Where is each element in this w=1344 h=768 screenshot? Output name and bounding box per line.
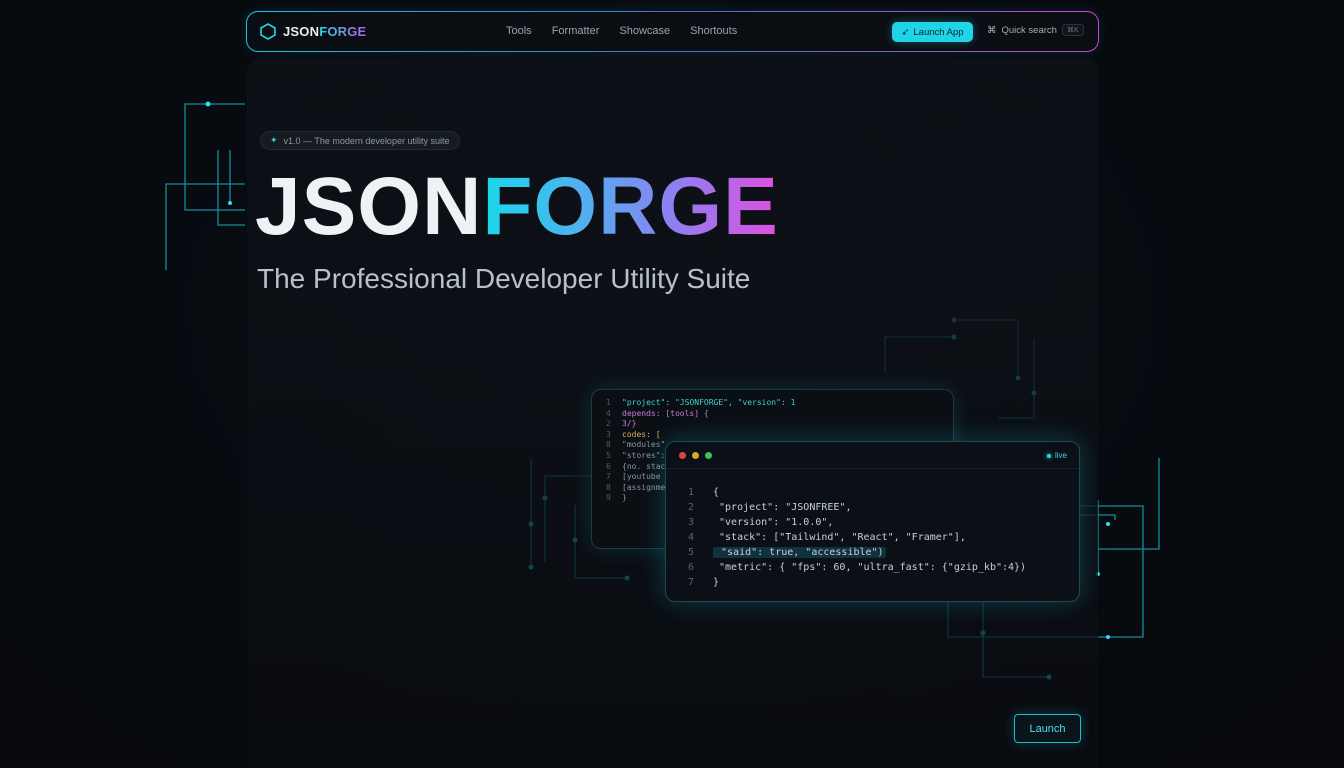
search-shortcut-kbd: ⌘K (1061, 24, 1084, 36)
brand-name-json: JSON (283, 24, 320, 39)
hero-title: JSONFORGE (255, 162, 779, 252)
hero-title-forge: FORGE (482, 161, 779, 252)
nav-link-showcase[interactable]: Showcase (619, 25, 670, 37)
code-line: 1 "project": "JSONFORGE", "version": 1 (606, 398, 796, 407)
code-line: 5 "said": true, "accessible") (688, 547, 886, 558)
code-front-lines: 1{ 2 "project": "JSONFREE", 3 "version":… (688, 485, 1026, 590)
hero-subtitle: The Professional Developer Utility Suite (257, 263, 751, 294)
version-badge: ✦ v1.0 — The modern developer utility su… (260, 131, 461, 150)
live-dot-icon (1046, 453, 1051, 458)
code-window-front: live 1{ 2 "project": "JSONFREE", 3 "vers… (665, 441, 1080, 602)
hexagon-icon (260, 23, 276, 40)
launch-app-button[interactable]: ➶ Launch App (892, 22, 973, 42)
launch-button[interactable]: Launch (1014, 714, 1081, 743)
minimize-dot-icon[interactable] (692, 452, 699, 459)
command-icon: ⌘ (987, 24, 997, 36)
launch-app-label: Launch App (913, 26, 964, 38)
close-dot-icon[interactable] (679, 452, 686, 459)
quick-search-label: Quick search (1001, 24, 1057, 36)
code-line: 6 "metric": { "fps": 60, "ultra_fast": {… (688, 562, 1027, 573)
code-window-titlebar: live (666, 442, 1079, 469)
version-badge-text: v1.0 — The modern developer utility suit… (283, 135, 450, 146)
brand-logo[interactable]: JSONFORGE (260, 23, 366, 40)
code-line: 1{ (688, 487, 720, 498)
code-line: 2 "project": "JSONFREE", (688, 502, 852, 513)
brand-name-forge: FORGE (319, 24, 367, 39)
rocket-icon: ➶ (901, 26, 910, 38)
live-indicator: live (1046, 451, 1067, 460)
navbar: JSONFORGE Tools Formatter Showcase Short… (246, 11, 1099, 52)
maximize-dot-icon[interactable] (705, 452, 712, 459)
code-line: 4 "stack": ["Tailwind", "React", "Framer… (688, 532, 966, 543)
nav-link-tools[interactable]: Tools (506, 25, 532, 37)
quick-search-button[interactable]: ⌘ Quick search ⌘K (987, 24, 1084, 36)
hero-title-json: JSON (255, 161, 483, 252)
code-line: 3 "version": "1.0.0", (688, 517, 834, 528)
brand-name: JSONFORGE (283, 24, 366, 39)
sparkle-icon: ✦ (270, 135, 278, 145)
nav-link-formatter[interactable]: Formatter (552, 25, 600, 37)
code-line: 4 depends: [tools] { (606, 408, 709, 418)
code-line: 3 codes: [ (606, 429, 661, 439)
nav-links: Tools Formatter Showcase Shortouts (506, 25, 737, 37)
nav-link-shortcuts[interactable]: Shortouts (690, 25, 737, 37)
code-line: 2 3/} (606, 419, 637, 429)
live-label: live (1054, 451, 1067, 460)
code-line: 7} (688, 577, 720, 588)
